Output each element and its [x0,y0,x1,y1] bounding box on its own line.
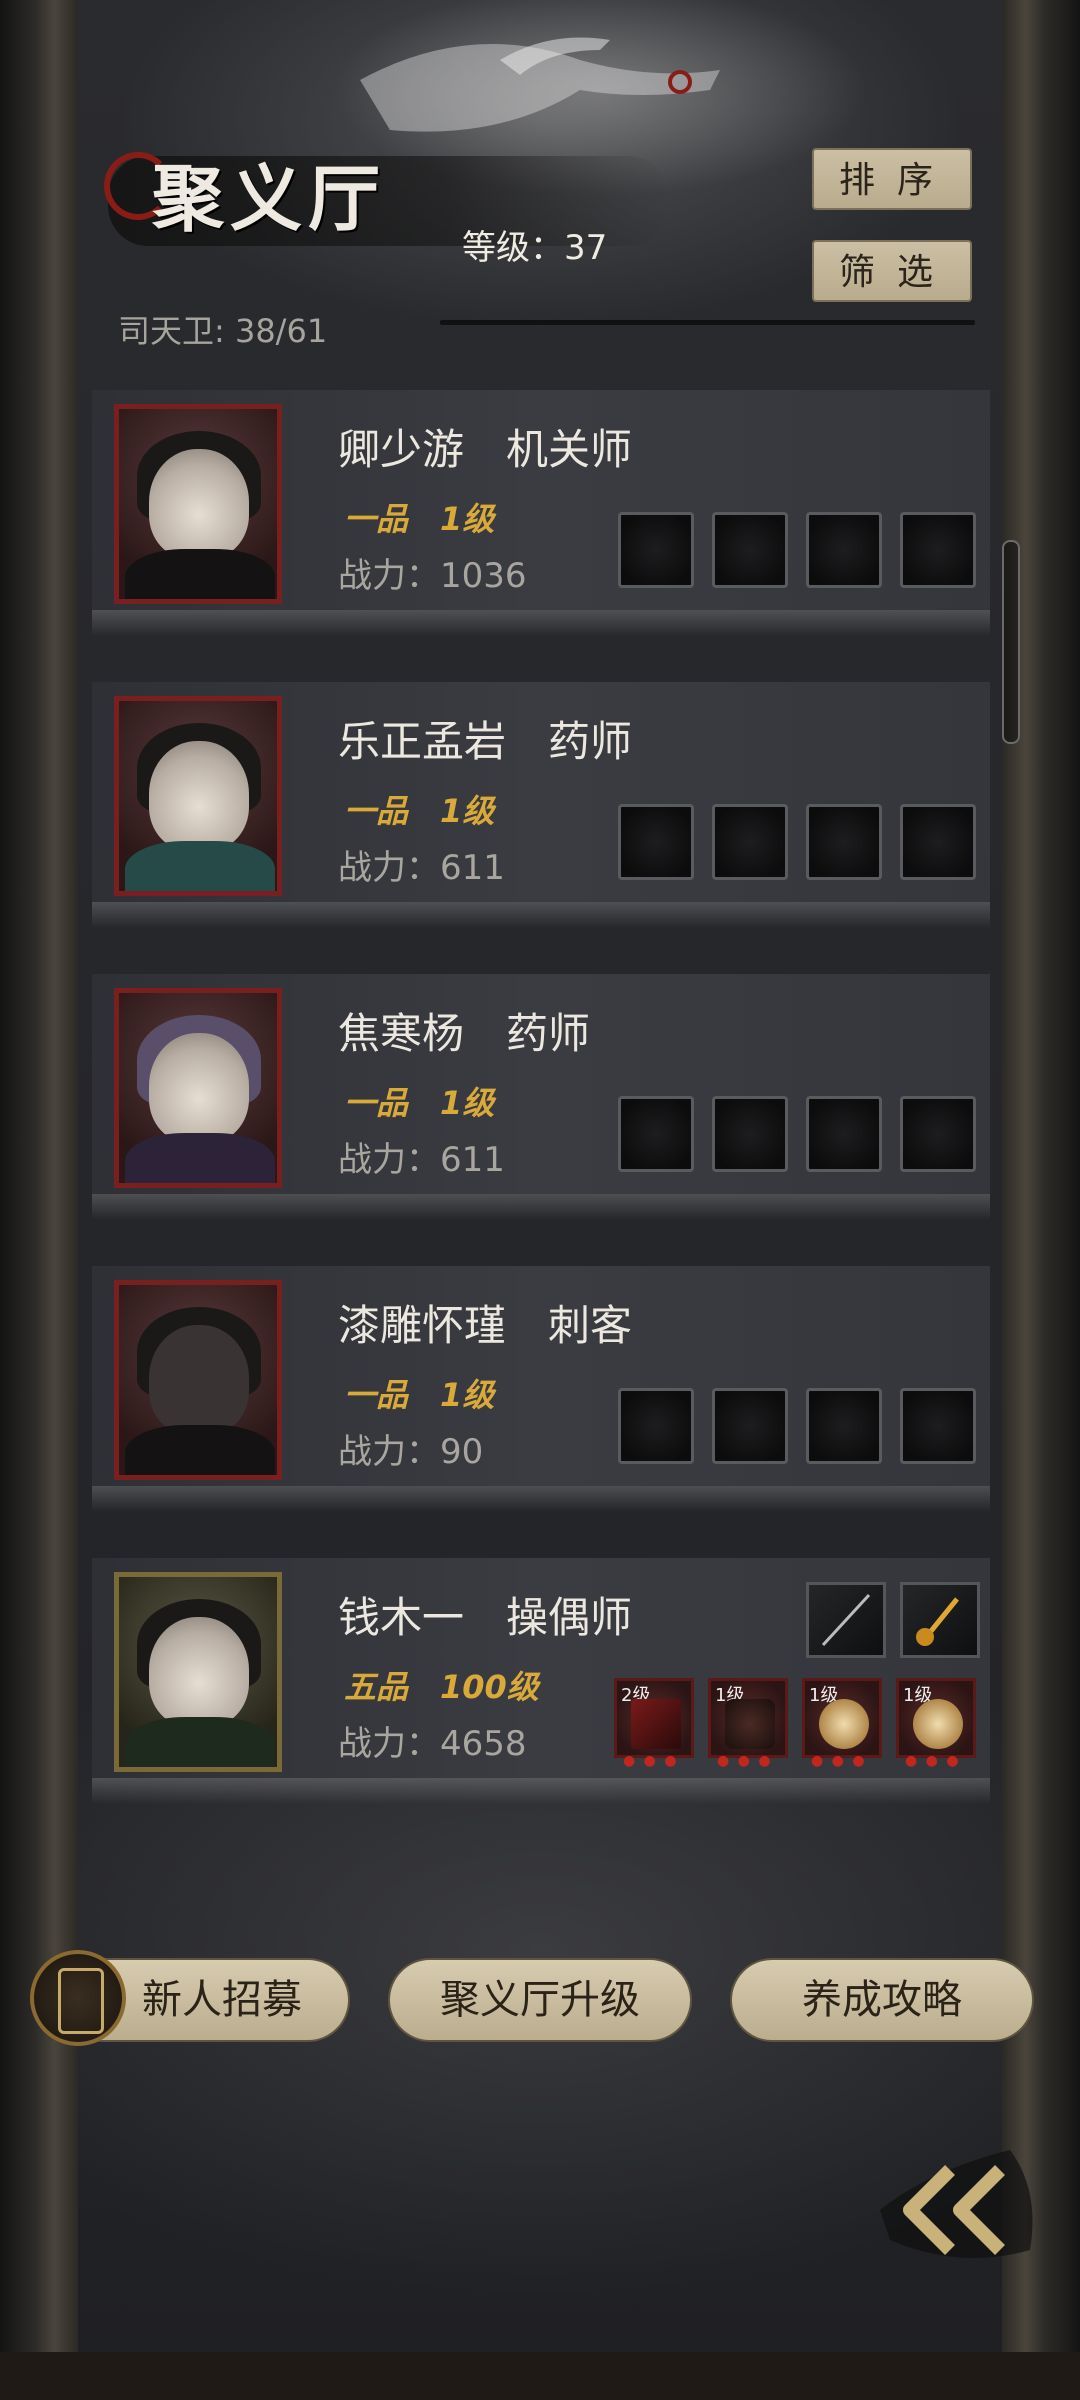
member-name: 钱木一 操偶师 [338,1593,633,1642]
equipment-slot[interactable]: 1级 ● ● ● [896,1678,976,1769]
equipment-slot[interactable] [806,1388,882,1464]
equipment-slot[interactable] [900,1096,976,1172]
guard-count: 司天卫: 38/61 [118,312,328,350]
filter-button[interactable]: 筛选 [812,240,972,302]
armor-icon [725,1699,775,1749]
member-card[interactable]: 漆雕怀瑾 刺客 一品 1级 战力：90 [92,1266,990,1512]
member-card[interactable]: 乐正孟岩 药师 一品 1级 战力：611 [92,682,990,928]
member-rank: 一品 1级 [344,1084,495,1122]
weapon-slot[interactable] [806,1582,886,1658]
member-power: 战力：611 [338,848,505,888]
equipment-slot[interactable] [806,804,882,880]
member-portrait [114,1572,282,1772]
hammer-icon [916,1597,959,1646]
ornament-icon [913,1699,963,1749]
member-card[interactable]: 焦寒杨 药师 一品 1级 战力：611 [92,974,990,1220]
equipment-slot[interactable]: 2级 ● ● ● [614,1678,694,1769]
equipment-slot[interactable] [712,1096,788,1172]
bottom-bar [0,2352,1080,2400]
header-divider [440,320,975,325]
member-card[interactable]: 卿少游 机关师 一品 1级 战力：1036 [92,390,990,636]
equipment-slot[interactable] [900,512,976,588]
equipment-slot[interactable]: 1级 ● ● ● [802,1678,882,1769]
equipment-slot[interactable] [712,1388,788,1464]
back-chevron-icon[interactable] [870,2130,1050,2280]
hall-level: 等级：37 [462,228,608,268]
training-guide-button[interactable]: 养成攻略 [730,1958,1034,2042]
member-name: 焦寒杨 药师 [338,1009,591,1058]
recruit-medal-icon [30,1950,126,2046]
member-name: 卿少游 机关师 [338,425,633,474]
gear-icon [631,1699,681,1749]
hall-upgrade-button[interactable]: 聚义厅升级 [388,1958,692,2042]
gear-stars: ● ● ● [905,1753,961,1769]
member-portrait [114,696,282,896]
page-title: 聚义厅 [152,156,387,241]
member-power: 战力：1036 [338,556,527,596]
member-power: 战力：4658 [338,1724,527,1764]
equipment-slot[interactable] [900,1388,976,1464]
member-portrait [114,1280,282,1480]
equipment-slot[interactable] [618,1096,694,1172]
weapon-slot[interactable] [900,1582,980,1658]
member-rank: 一品 1级 [344,1376,495,1414]
member-name: 漆雕怀瑾 刺客 [338,1301,633,1350]
ornament-icon [819,1699,869,1749]
equipment-slot[interactable] [712,804,788,880]
member-portrait [114,404,282,604]
sort-button[interactable]: 排序 [812,148,972,210]
member-portrait [114,988,282,1188]
equipment-slot[interactable] [806,1096,882,1172]
equipment-slot[interactable] [618,512,694,588]
member-name: 乐正孟岩 药师 [338,717,633,766]
hall-title-block: 聚义厅 [104,140,668,270]
equipment-slot[interactable]: 1级 ● ● ● [708,1678,788,1769]
equipment-slot[interactable] [712,512,788,588]
member-rank: 一品 1级 [344,500,495,538]
weapon-icon [821,1593,871,1647]
equipment-slot[interactable] [618,804,694,880]
gear-stars: ● ● ● [623,1753,679,1769]
member-rank: 五品 100级 [344,1668,539,1706]
equipment-slot[interactable] [806,512,882,588]
equipment-slot[interactable] [618,1388,694,1464]
member-power: 战力：611 [338,1140,505,1180]
gear-stars: ● ● ● [811,1753,867,1769]
list-scrollbar[interactable] [1002,540,1020,744]
member-rank: 一品 1级 [344,792,495,830]
gear-stars: ● ● ● [717,1753,773,1769]
member-card[interactable]: 钱木一 操偶师 五品 100级 战力：4658 2级 ● ● ● 1级 ● ● … [92,1558,990,1804]
equipment-slot[interactable] [900,804,976,880]
member-power: 战力：90 [338,1432,484,1472]
